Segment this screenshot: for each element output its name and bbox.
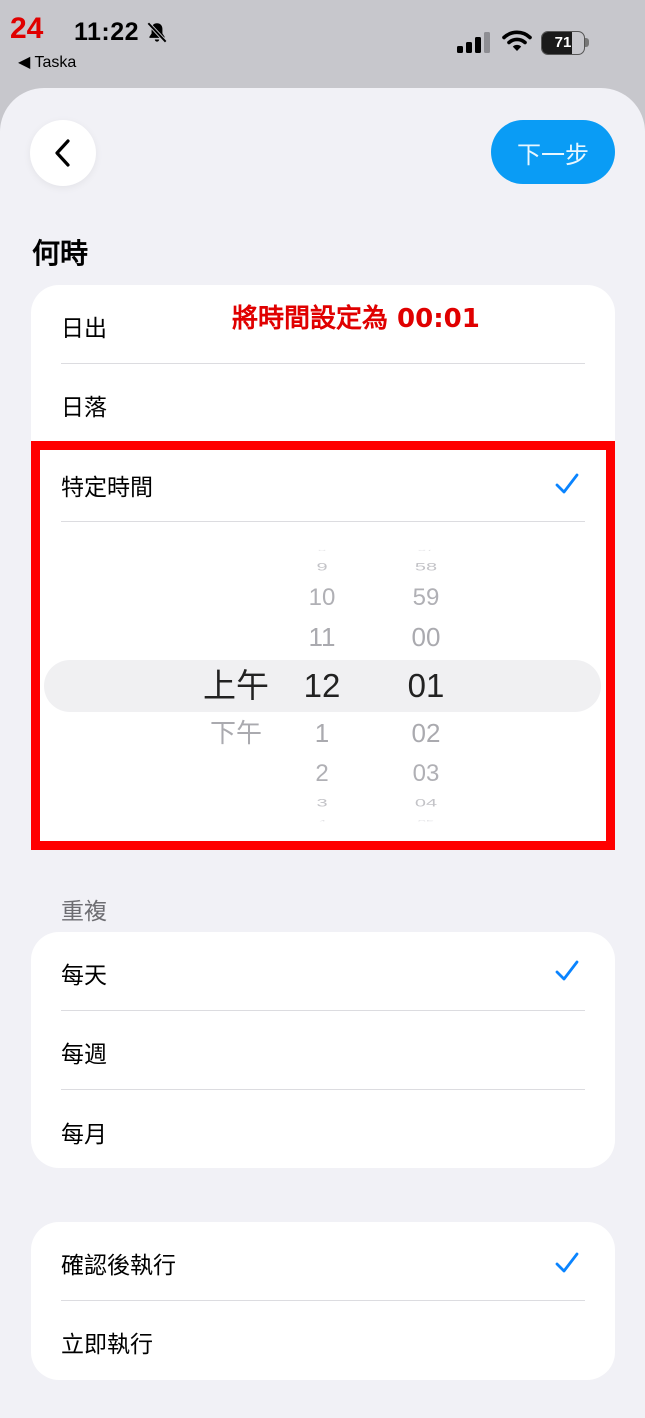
chevron-left-icon [55,139,70,167]
option-label: 每天 [61,963,107,989]
step-number: 24 [10,12,44,45]
checkmark-icon [555,960,579,981]
battery-icon: 71 [541,31,591,55]
execution-options-card: 確認後執行 立即執行 [31,1222,615,1380]
option-sunset[interactable]: 日落 [61,366,585,444]
repeat-daily[interactable]: 每天 [61,934,585,1012]
run-immediately[interactable]: 立即執行 [61,1303,585,1381]
run-after-confirm[interactable]: 確認後執行 [61,1224,585,1302]
back-to-app-link[interactable]: ◀ Taska [18,52,76,72]
when-section-title: 何時 [32,237,89,270]
repeat-monthly[interactable]: 每月 [61,1093,585,1171]
status-bar: 24 11:22 ◀ Taska 71 [0,0,645,90]
bell-slash-icon [146,21,168,43]
wifi-icon [502,30,532,51]
option-label: 立即執行 [61,1332,153,1358]
status-time: 11:22 [74,18,140,46]
highlight-box [31,441,615,850]
checkmark-icon [555,1252,579,1273]
option-label: 每週 [61,1042,107,1068]
cellular-signal-icon [457,32,490,53]
repeat-weekly[interactable]: 每週 [61,1013,585,1091]
back-button[interactable] [30,120,96,186]
option-label: 確認後執行 [61,1253,176,1279]
repeat-options-card: 每天 每週 每月 [31,932,615,1168]
option-label: 日落 [61,395,107,421]
option-label: 每月 [61,1122,107,1148]
battery-percentage: 71 [554,34,572,51]
option-label: 日出 [61,316,107,342]
next-step-button[interactable]: 下一步 [491,120,615,184]
repeat-section-title: 重複 [61,899,107,925]
instruction-annotation: 將時間設定為 00:01 [232,304,480,334]
